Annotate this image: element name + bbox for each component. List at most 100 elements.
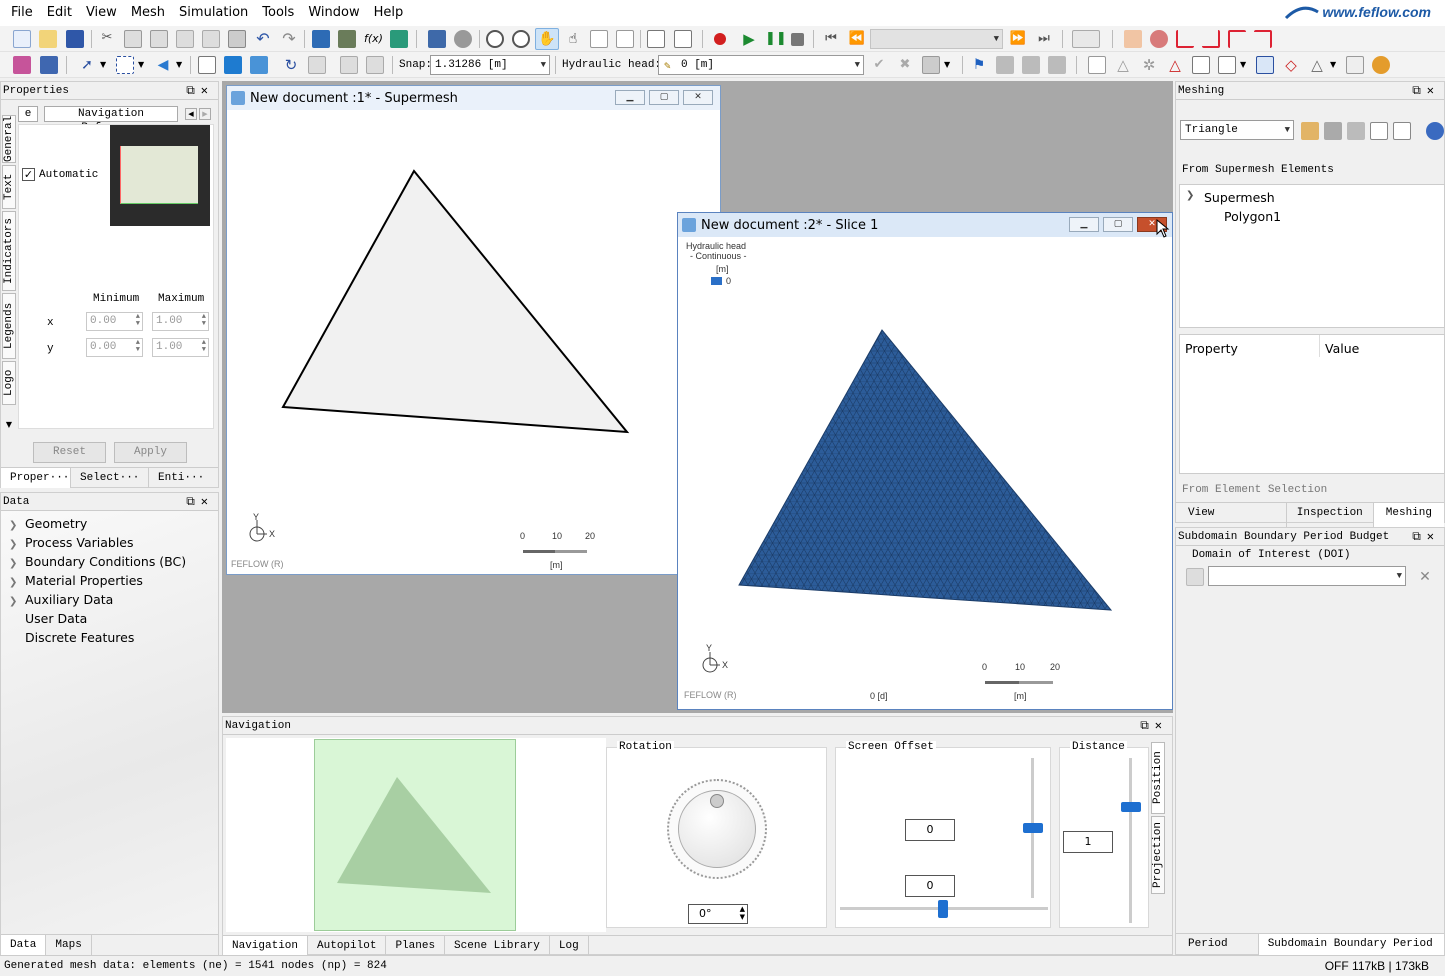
node-icon[interactable]	[1150, 30, 1168, 48]
pointer-icon[interactable]: ➚	[78, 56, 96, 74]
clipboard-icon[interactable]	[202, 30, 220, 48]
go-end-icon[interactable]: ⏭	[1035, 30, 1053, 48]
triangle-red-icon[interactable]: △	[1166, 56, 1184, 74]
view-icon[interactable]	[428, 30, 446, 48]
refine-mesh-icon[interactable]	[1324, 122, 1342, 140]
generate-mesh-icon[interactable]	[1301, 122, 1319, 140]
lock-data-icon[interactable]	[1048, 56, 1066, 74]
tab-planes[interactable]: Planes	[386, 936, 446, 956]
store-selection-icon[interactable]	[308, 56, 326, 74]
supermesh-polygon[interactable]	[281, 169, 630, 434]
diamond-icon[interactable]: ◇	[1282, 56, 1300, 74]
menu-edit[interactable]: Edit	[40, 0, 79, 26]
doi-combo[interactable]: ▼	[1208, 566, 1406, 586]
rotate-selection-icon[interactable]: ↻	[282, 56, 300, 74]
side-scroll-down-icon[interactable]: ▼	[3, 420, 15, 432]
triangle-mesh-icon[interactable]: △	[1114, 56, 1132, 74]
side-tab-logo[interactable]: Logo	[2, 361, 16, 405]
copy-icon[interactable]	[124, 30, 142, 48]
maximize-button[interactable]: ▢	[649, 90, 679, 105]
reset-button[interactable]: Reset	[33, 442, 106, 463]
copy-data-icon[interactable]	[996, 56, 1014, 74]
remove-doi-icon[interactable]: ✕	[1416, 568, 1434, 586]
zoom-extent-icon[interactable]	[590, 30, 608, 48]
side-tab-position[interactable]: Position	[1151, 742, 1165, 814]
display-icon[interactable]	[312, 30, 330, 48]
redo-icon[interactable]: ↷	[280, 30, 298, 48]
flag-icon[interactable]: ⚑	[970, 56, 988, 74]
panel-buttons[interactable]: ⧉✕	[1412, 528, 1440, 546]
select-rect-icon[interactable]	[116, 56, 134, 74]
axis-icon[interactable]	[1176, 30, 1194, 48]
tools-icon[interactable]	[922, 56, 940, 74]
play-icon[interactable]: ▶	[740, 30, 758, 48]
chevron-down-icon[interactable]: ❯	[1186, 190, 1194, 201]
new-file-icon[interactable]	[13, 30, 31, 48]
rotate-hand-icon[interactable]: ☝	[564, 30, 582, 48]
previous-view-icon[interactable]	[647, 30, 665, 48]
time-step-combo[interactable]: ▼	[870, 29, 1003, 49]
lasso-dropdown-icon[interactable]: ▼	[176, 56, 194, 74]
axis-up-icon[interactable]	[1228, 30, 1246, 48]
mesh-algorithm-combo[interactable]: Triangle ▼	[1180, 120, 1294, 140]
offset-x-input[interactable]: 0	[905, 819, 955, 841]
assign-icon[interactable]	[13, 56, 31, 74]
edit-mesh-icon[interactable]	[1218, 56, 1236, 74]
mesh-paste-icon[interactable]	[1393, 122, 1411, 140]
mesh-copy-icon[interactable]	[1370, 122, 1388, 140]
step-forward-icon[interactable]: ⏩	[1009, 30, 1027, 48]
stop-icon[interactable]	[791, 33, 804, 46]
problem-settings-icon[interactable]	[338, 30, 356, 48]
refine-icon[interactable]: ✲	[1140, 56, 1158, 74]
snap-combo[interactable]: 1.31286 [m] ▼	[430, 55, 550, 75]
tab-scroll-left-icon[interactable]: ◀	[185, 108, 197, 120]
mesh-polygon[interactable]	[738, 329, 1113, 611]
axis-right-icon[interactable]	[1254, 30, 1272, 48]
tab-data[interactable]: Data	[1, 935, 47, 955]
tab-navigation[interactable]: Navigation	[223, 936, 309, 956]
tab-autopilot[interactable]: Autopilot	[308, 936, 387, 956]
x-min-spinner[interactable]: 0.00 ▲ ▼	[86, 312, 143, 331]
copy-view-icon[interactable]	[150, 30, 168, 48]
distance-input[interactable]: 1	[1063, 831, 1113, 853]
tab-selections[interactable]: Select···	[71, 468, 149, 488]
move-data-icon[interactable]	[1022, 56, 1040, 74]
fest-icon[interactable]	[390, 30, 408, 48]
transfer-icon[interactable]	[40, 56, 58, 74]
globe-icon[interactable]	[1372, 56, 1390, 74]
cancel-icon[interactable]: ✖	[896, 56, 914, 74]
layer-icon[interactable]	[1346, 56, 1364, 74]
mesh-box-icon[interactable]	[1088, 56, 1106, 74]
tab-log[interactable]: Log	[550, 936, 589, 956]
menu-mesh[interactable]: Mesh	[124, 0, 172, 26]
side-tab-legends[interactable]: Legends	[2, 293, 16, 359]
overview-frame[interactable]	[314, 739, 516, 931]
mesh-editor-icon[interactable]	[1124, 30, 1142, 48]
rotation-spinner[interactable]: 0° ▲ ▼	[688, 904, 748, 924]
redo-selection-icon[interactable]	[366, 56, 384, 74]
tree-item-user-data[interactable]: User Data	[9, 609, 87, 628]
tab-properties[interactable]: Proper···	[1, 468, 71, 488]
zoom-out-icon[interactable]	[512, 30, 530, 48]
tree-item-auxiliary-data[interactable]: ❯ Auxiliary Data	[9, 590, 113, 611]
slice-view[interactable]	[678, 237, 1172, 709]
function-icon[interactable]: f(x)	[364, 30, 383, 48]
check-icon[interactable]: ✔	[870, 56, 888, 74]
clear-selection-icon[interactable]	[198, 56, 216, 74]
x-max-spinner[interactable]: 1.00 ▲ ▼	[152, 312, 209, 331]
distance-slider[interactable]	[1121, 802, 1141, 812]
side-tab-projection[interactable]: Projection	[1151, 816, 1165, 894]
tree-item-geometry[interactable]: ❯ Geometry	[9, 514, 87, 535]
minimize-button[interactable]: ▁	[1069, 217, 1099, 232]
menu-view[interactable]: View	[79, 0, 124, 26]
tree-item-boundary-conditions[interactable]: ❯ Boundary Conditions (BC)	[9, 552, 186, 573]
side-tab-indicators[interactable]: Indicators	[2, 211, 16, 291]
time-zoom-icon[interactable]	[1072, 30, 1100, 48]
paste-icon[interactable]	[176, 30, 194, 48]
automatic-checkbox[interactable]: ✓	[22, 168, 35, 181]
axis-down-icon[interactable]	[1202, 30, 1220, 48]
apply-button[interactable]: Apply	[114, 442, 187, 463]
select-all-icon[interactable]	[224, 56, 242, 74]
supermesh-view[interactable]	[227, 110, 720, 574]
settings-gear-icon[interactable]	[1426, 122, 1444, 140]
